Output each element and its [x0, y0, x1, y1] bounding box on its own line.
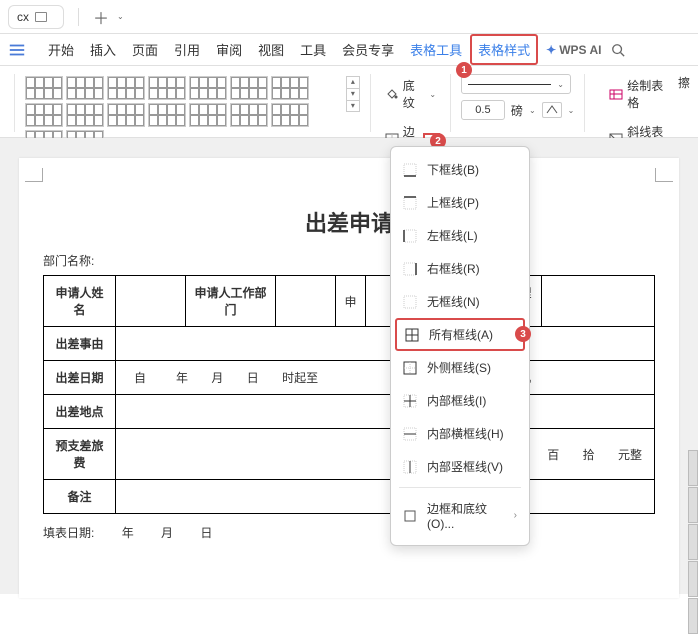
- fill-date-line: 填表日期: 年 月 日: [43, 524, 655, 541]
- menu-review[interactable]: 审阅: [208, 34, 250, 65]
- dd-border-right[interactable]: 右框线(R): [391, 252, 529, 285]
- menu-insert[interactable]: 插入: [82, 34, 124, 65]
- border-left-icon: [403, 229, 417, 243]
- paint-bucket-icon: [385, 87, 399, 101]
- chevron-right-icon: ›: [514, 510, 517, 521]
- shading-button[interactable]: 底纹 ⌄: [381, 74, 440, 114]
- dd-border-inside[interactable]: 内部框线(I): [391, 384, 529, 417]
- border-all-icon: [405, 328, 419, 342]
- line-style-select[interactable]: ⌄: [461, 74, 571, 94]
- dd-border-none[interactable]: 无框线(N): [391, 285, 529, 318]
- dd-border-left[interactable]: 左框线(L): [391, 219, 529, 252]
- menu-page[interactable]: 页面: [124, 34, 166, 65]
- menu-table-style[interactable]: 表格样式: [470, 34, 538, 65]
- cell-name-label[interactable]: 申请人姓名: [44, 276, 116, 327]
- annotation-badge-3: 3: [515, 326, 531, 342]
- annotation-badge-1: 1: [456, 62, 472, 78]
- tab-ext-text: cx: [17, 10, 29, 24]
- ribbon-toolbar: ▴▾▾ 底纹 ⌄ 边框 ⌄ ⌄ 0.5 磅⌄ ⌄: [0, 66, 698, 138]
- title-bar: cx ＋ ⌄: [0, 0, 698, 34]
- dd-border-all[interactable]: 所有框线(A) 3: [395, 318, 525, 351]
- draw-table-label: 绘制表格: [627, 77, 666, 111]
- border-bottom-icon: [403, 163, 417, 177]
- cell-proxy-value[interactable]: [542, 276, 655, 327]
- document-tab[interactable]: cx: [8, 5, 64, 29]
- search-icon[interactable]: [611, 43, 625, 57]
- border-dropdown-menu: 下框线(B) 上框线(P) 左框线(L) 右框线(R) 无框线(N) 所有框线(…: [390, 146, 530, 546]
- document-area: 出差申请 部门名称: 申请人姓名 申请人工作部门 申 务代理人 出差事由 出差日…: [0, 138, 698, 594]
- draw-table-button[interactable]: 绘制表格: [605, 74, 670, 114]
- app-menu-icon[interactable]: [4, 37, 30, 63]
- border-none-icon: [403, 295, 417, 309]
- new-tab-dropdown[interactable]: ⌄: [117, 12, 124, 21]
- border-right-icon: [403, 262, 417, 276]
- draw-table-icon: [609, 87, 623, 101]
- cell-name-value[interactable]: [116, 276, 186, 327]
- wps-ai-button[interactable]: ✦ WPS AI: [546, 43, 601, 57]
- ai-label: WPS AI: [559, 43, 601, 57]
- border-top-icon: [403, 196, 417, 210]
- page: 出差申请 部门名称: 申请人姓名 申请人工作部门 申 务代理人 出差事由 出差日…: [19, 158, 679, 598]
- borders-dialog-icon: [403, 509, 417, 523]
- menu-start[interactable]: 开始: [40, 34, 82, 65]
- cell-app-label[interactable]: 申: [336, 276, 366, 327]
- dd-border-top[interactable]: 上框线(P): [391, 186, 529, 219]
- dd-border-inside-v[interactable]: 内部竖框线(V): [391, 450, 529, 483]
- line-weight-input[interactable]: 0.5: [461, 100, 505, 120]
- dd-border-inside-h[interactable]: 内部横框线(H): [391, 417, 529, 450]
- dd-border-bottom[interactable]: 下框线(B): [391, 153, 529, 186]
- selection-handles: [688, 450, 698, 635]
- border-outside-icon: [403, 361, 417, 375]
- line-color-button[interactable]: [542, 102, 562, 118]
- separator: [78, 8, 79, 26]
- dept-label: 部门名称:: [43, 252, 655, 269]
- menu-bar: 开始 插入 页面 引用 审阅 视图 工具 会员专享 表格工具 表格样式 ✦ WP…: [0, 34, 698, 66]
- weight-unit: 磅: [511, 102, 523, 119]
- cell-workdept-value[interactable]: [276, 276, 336, 327]
- menu-reference[interactable]: 引用: [166, 34, 208, 65]
- shading-label: 底纹: [403, 77, 426, 111]
- menu-tools[interactable]: 工具: [292, 34, 334, 65]
- erase-button[interactable]: 擦: [678, 70, 690, 91]
- doc-title: 出差申请: [43, 206, 655, 238]
- menu-member[interactable]: 会员专享: [334, 34, 402, 65]
- dd-border-outside[interactable]: 外侧框线(S): [391, 351, 529, 384]
- menu-table-tools[interactable]: 表格工具: [402, 34, 470, 65]
- menu-view[interactable]: 视图: [250, 34, 292, 65]
- border-inside-v-icon: [403, 460, 417, 474]
- new-tab-button[interactable]: ＋: [85, 5, 117, 29]
- ai-spark-icon: ✦: [546, 43, 556, 57]
- cell-workdept-label[interactable]: 申请人工作部门: [186, 276, 276, 327]
- dd-borders-shading[interactable]: 边框和底纹(O)... ›: [391, 492, 529, 539]
- border-inside-icon: [403, 394, 417, 408]
- gallery-scroll[interactable]: ▴▾▾: [346, 76, 360, 112]
- border-inside-h-icon: [403, 427, 417, 441]
- window-icon: [35, 12, 47, 22]
- form-table[interactable]: 申请人姓名 申请人工作部门 申 务代理人 出差事由 出差日期 自 年 月 日: [43, 275, 655, 514]
